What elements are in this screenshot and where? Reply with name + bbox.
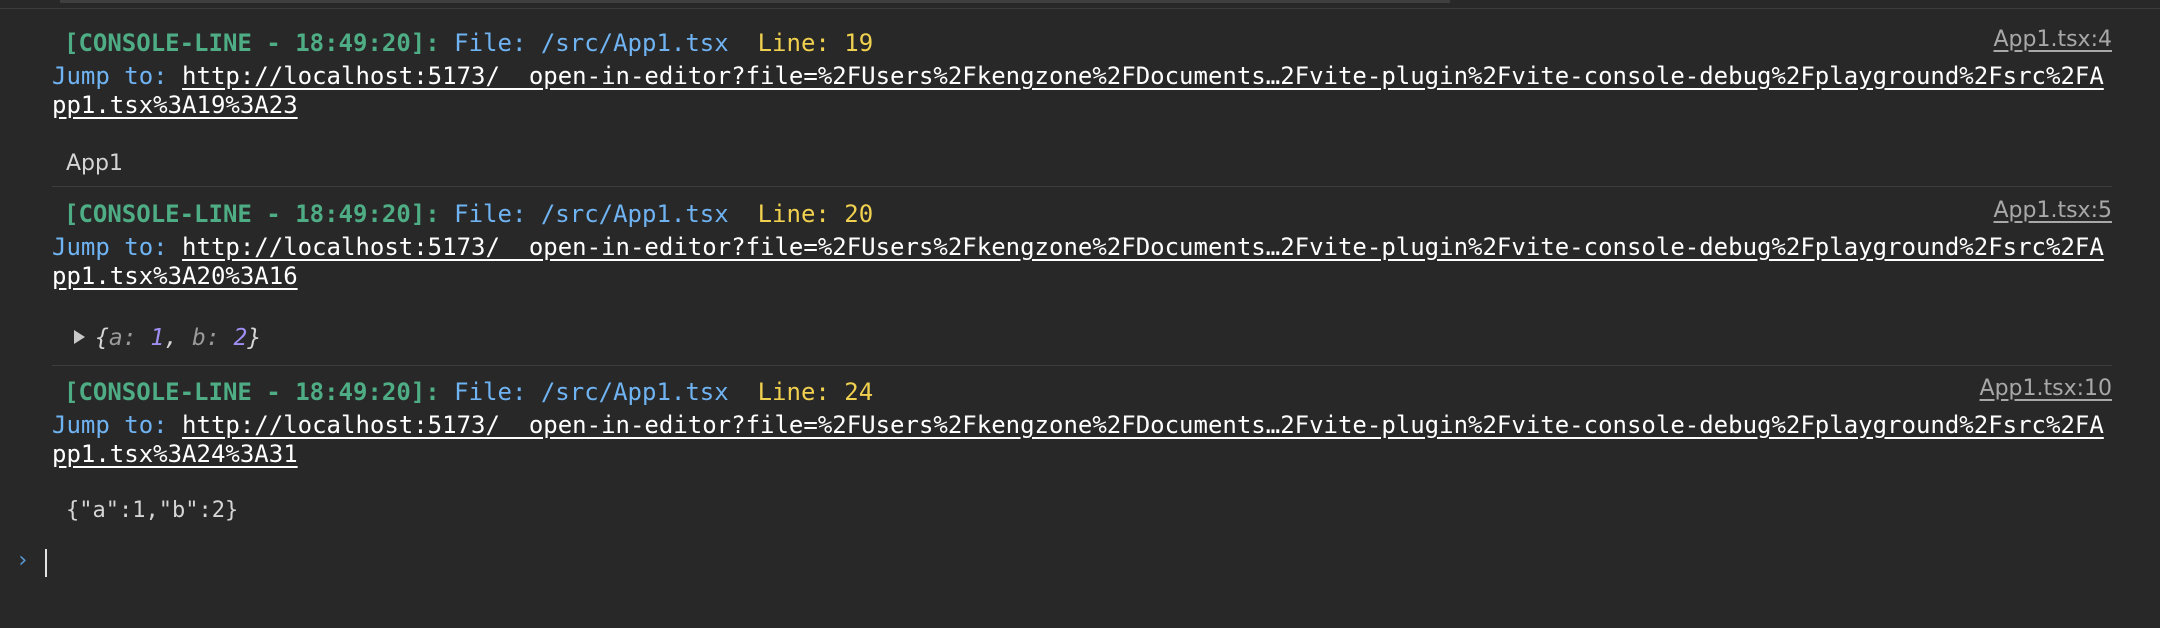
log-message: App1 <box>66 151 123 176</box>
console-input-caret[interactable] <box>45 549 47 577</box>
object-preview[interactable]: {a: 1, b: 2} <box>74 323 261 353</box>
open-in-editor-link[interactable]: http://localhost:5173/__open-in-editor?f… <box>52 411 2104 468</box>
console-line-tag: [CONSOLE-LINE - 18:49:20]: <box>64 378 440 406</box>
line-label: Line: <box>757 29 830 57</box>
file-label: File: <box>454 378 527 406</box>
file-path: /src/App1.tsx <box>540 29 729 57</box>
jump-to-line: Jump to: http://localhost:5173/__open-in… <box>52 62 2112 120</box>
console-top-border <box>0 0 2160 9</box>
line-label: Line: <box>757 200 830 228</box>
open-in-editor-link[interactable]: http://localhost:5173/__open-in-editor?f… <box>52 62 2104 119</box>
file-path: /src/App1.tsx <box>540 378 729 406</box>
source-location-link[interactable]: App1.tsx:4 <box>1994 26 2113 54</box>
source-location-link[interactable]: App1.tsx:10 <box>1980 375 2112 403</box>
entry-header: [CONSOLE-LINE - 18:49:20]: File: /src/Ap… <box>64 28 873 58</box>
source-location-link[interactable]: App1.tsx:5 <box>1994 197 2113 225</box>
jump-label: Jump to: <box>52 411 168 439</box>
file-label: File: <box>454 29 527 57</box>
entry-header: [CONSOLE-LINE - 18:49:20]: File: /src/Ap… <box>64 377 873 407</box>
chevron-right-icon: › <box>16 548 30 573</box>
open-in-editor-link[interactable]: http://localhost:5173/__open-in-editor?f… <box>52 233 2104 290</box>
jump-to-line: Jump to: http://localhost:5173/__open-in… <box>52 411 2112 469</box>
horizontal-scrollbar[interactable] <box>60 0 1450 3</box>
triangle-right-icon[interactable] <box>74 329 85 344</box>
console-line-tag: [CONSOLE-LINE - 18:49:20]: <box>64 200 440 228</box>
jump-label: Jump to: <box>52 233 168 261</box>
jump-to-line: Jump to: http://localhost:5173/__open-in… <box>52 233 2112 291</box>
line-number: 20 <box>844 200 874 228</box>
file-label: File: <box>454 200 527 228</box>
console-line-tag: [CONSOLE-LINE - 18:49:20]: <box>64 29 440 57</box>
line-number: 19 <box>844 29 874 57</box>
file-path: /src/App1.tsx <box>540 200 729 228</box>
entry-header: [CONSOLE-LINE - 18:49:20]: File: /src/Ap… <box>64 199 873 229</box>
line-number: 24 <box>844 378 874 406</box>
log-message: {"a":1,"b":2} <box>66 498 239 523</box>
line-label: Line: <box>757 378 830 406</box>
entry-divider <box>52 186 2112 187</box>
jump-label: Jump to: <box>52 62 168 90</box>
entry-divider <box>52 365 2112 366</box>
